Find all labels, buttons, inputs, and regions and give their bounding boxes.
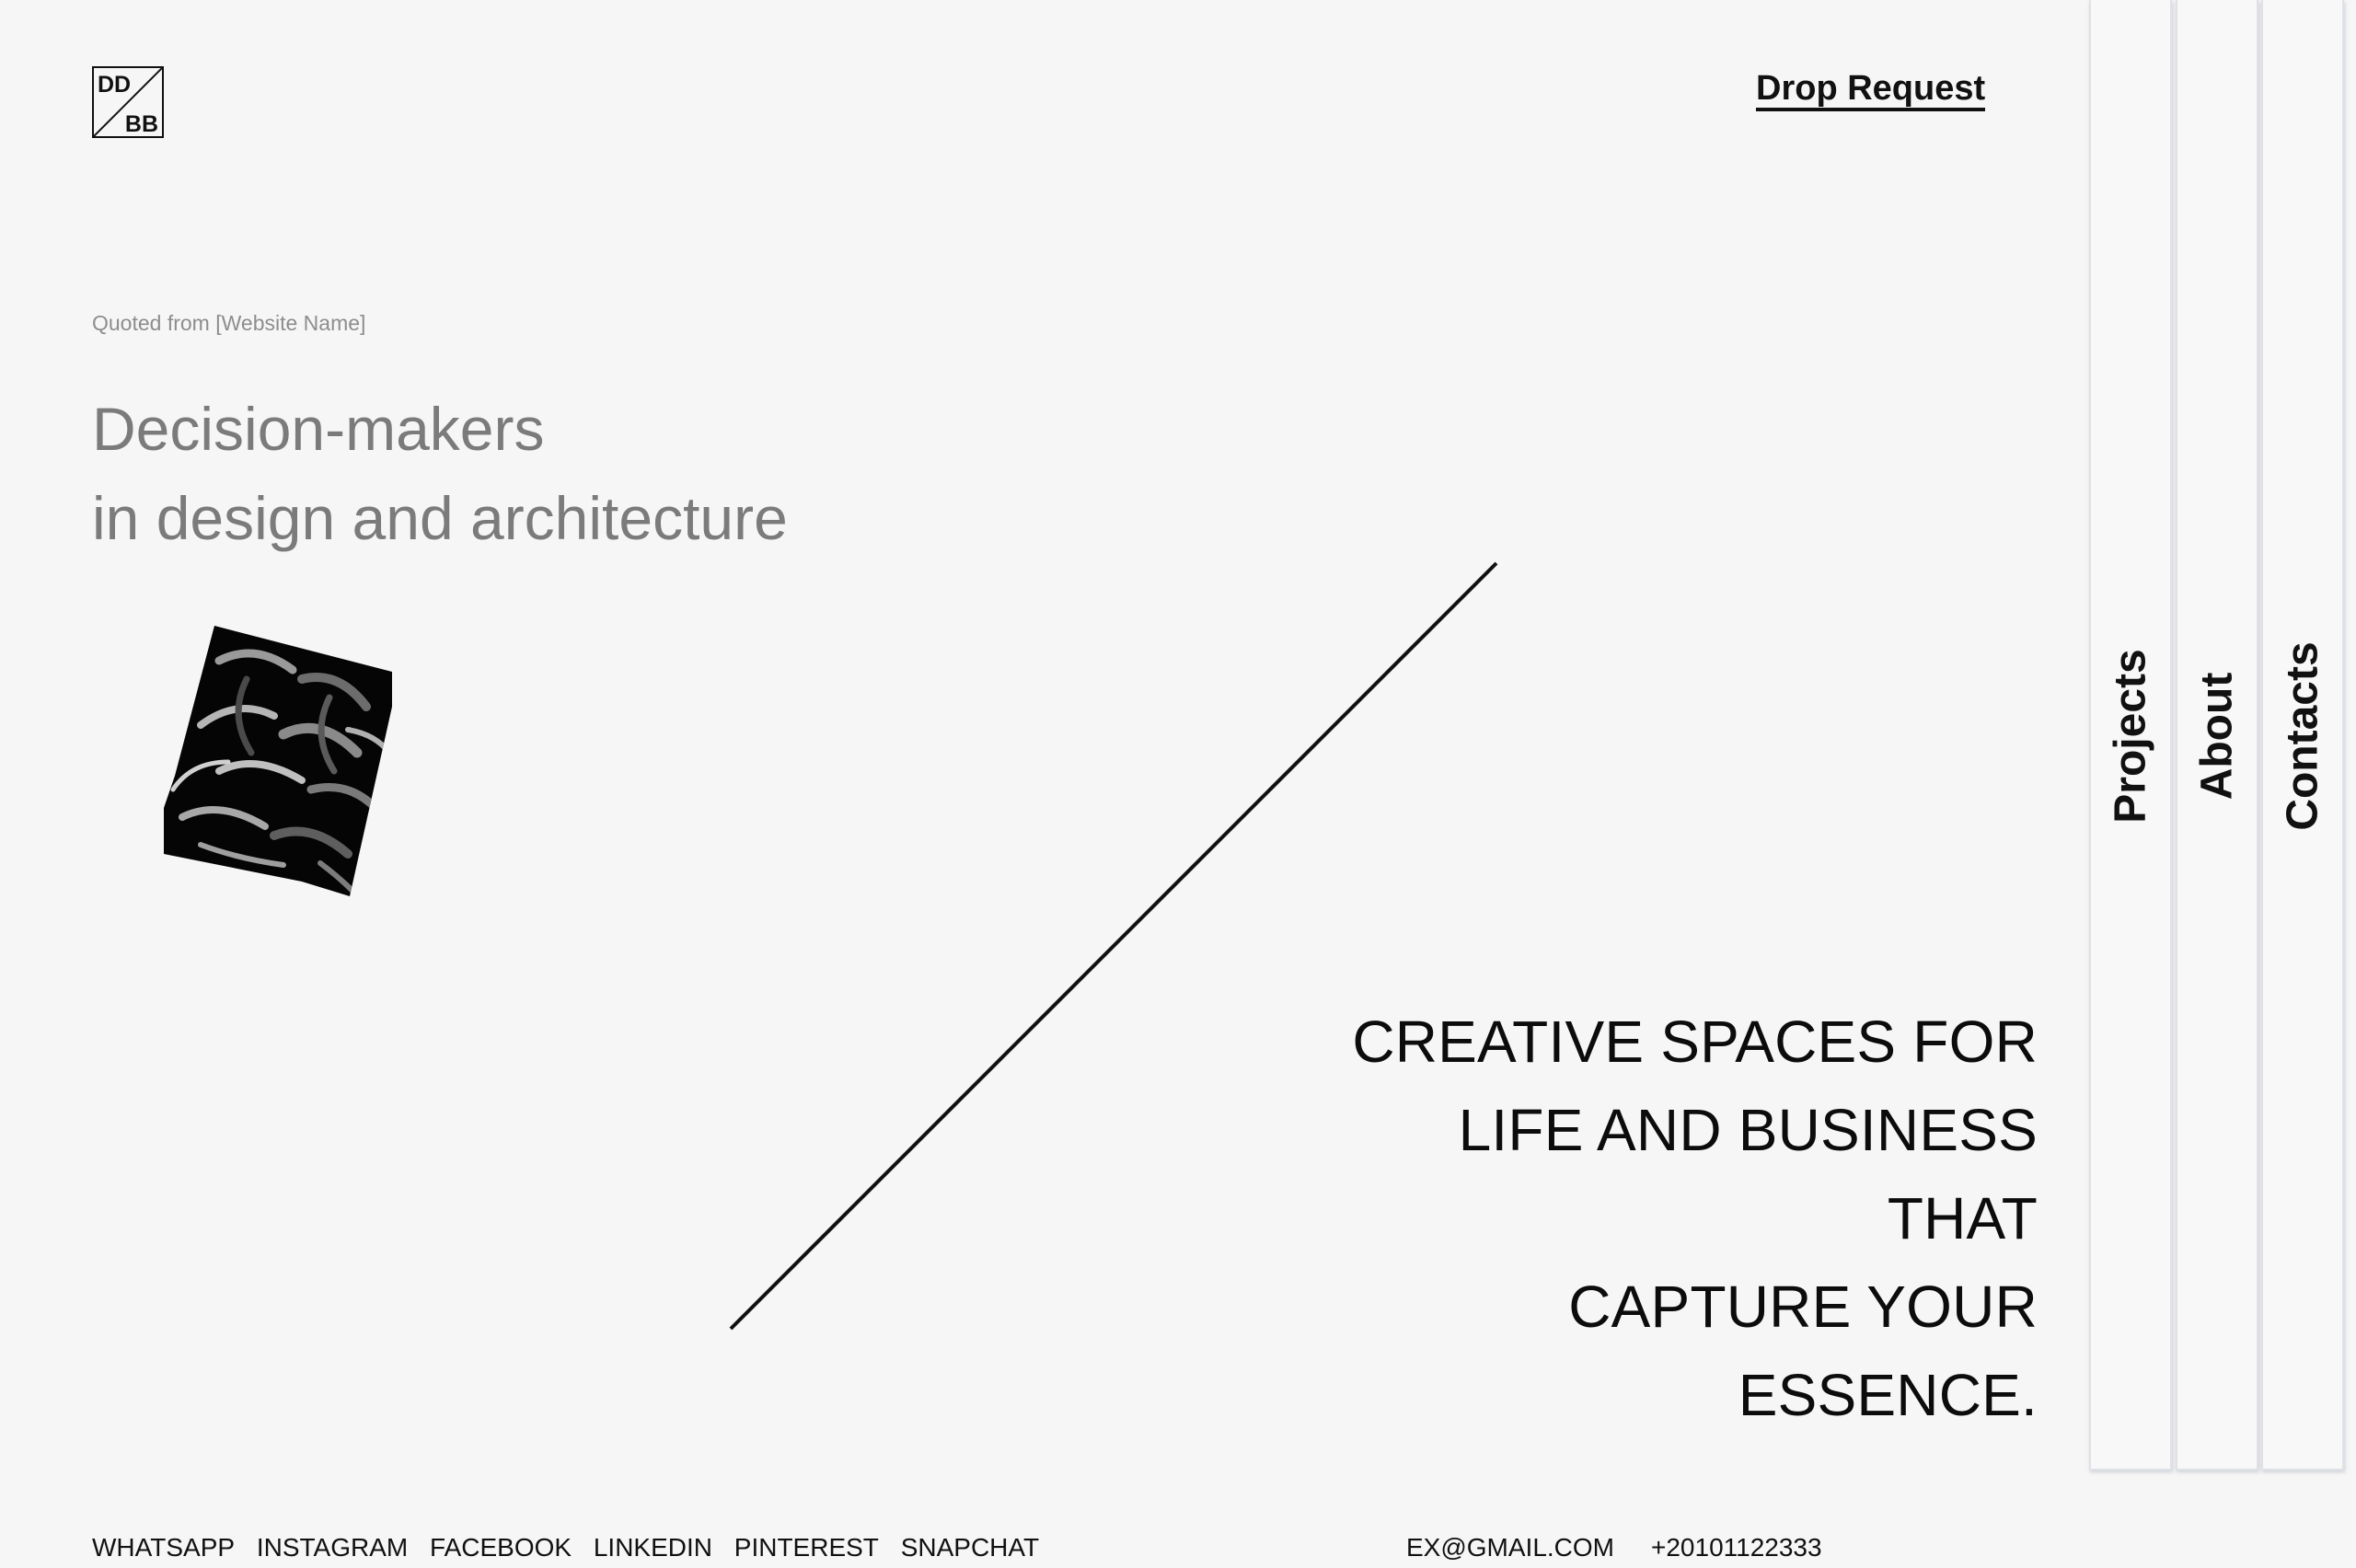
side-tab-projects[interactable]: Projects	[2089, 0, 2172, 1470]
contact-email[interactable]: EX@GMAIL.COM	[1406, 1533, 1614, 1562]
contact-phone[interactable]: +20101122333	[1651, 1533, 1822, 1562]
social-links: WHATSAPP INSTAGRAM FACEBOOK LINKEDIN PIN…	[92, 1533, 1054, 1562]
hero-heading: Decision-makers in design and architectu…	[92, 385, 788, 563]
drop-request-link[interactable]: Drop Request	[1756, 69, 1986, 112]
social-link-linkedin[interactable]: LINKEDIN	[594, 1533, 712, 1562]
logo-text-bottom: BB	[124, 111, 158, 137]
tagline: CREATIVE SPACES FOR LIFE AND BUSINESS TH…	[1352, 997, 2038, 1439]
social-link-snapchat[interactable]: SNAPCHAT	[901, 1533, 1039, 1562]
tagline-line: CAPTURE YOUR	[1568, 1274, 2038, 1340]
side-tab-about[interactable]: About	[2176, 0, 2258, 1470]
tagline-line: THAT	[1887, 1185, 2038, 1251]
side-tab-label: About	[2192, 672, 2242, 801]
logo-text-top: DD	[98, 72, 132, 98]
logo[interactable]: DD BB	[92, 66, 164, 138]
hero-heading-line: Decision-makers	[92, 395, 545, 463]
tagline-line: LIFE AND BUSINESS	[1458, 1097, 2038, 1163]
side-tab-contacts[interactable]: Contacts	[2261, 0, 2344, 1470]
social-link-whatsapp[interactable]: WHATSAPP	[92, 1533, 235, 1562]
social-link-instagram[interactable]: INSTAGRAM	[257, 1533, 408, 1562]
tagline-line: ESSENCE.	[1738, 1362, 2038, 1428]
hero-heading-line: in design and architecture	[92, 484, 788, 552]
tagline-line: CREATIVE SPACES FOR	[1352, 1009, 2038, 1075]
side-tab-label: Contacts	[2278, 641, 2327, 831]
dark-cube-image	[164, 626, 392, 896]
social-link-facebook[interactable]: FACEBOOK	[430, 1533, 572, 1562]
side-tab-label: Projects	[2106, 649, 2155, 824]
social-link-pinterest[interactable]: PINTEREST	[734, 1533, 879, 1562]
quote-source: Quoted from [Website Name]	[92, 311, 366, 335]
